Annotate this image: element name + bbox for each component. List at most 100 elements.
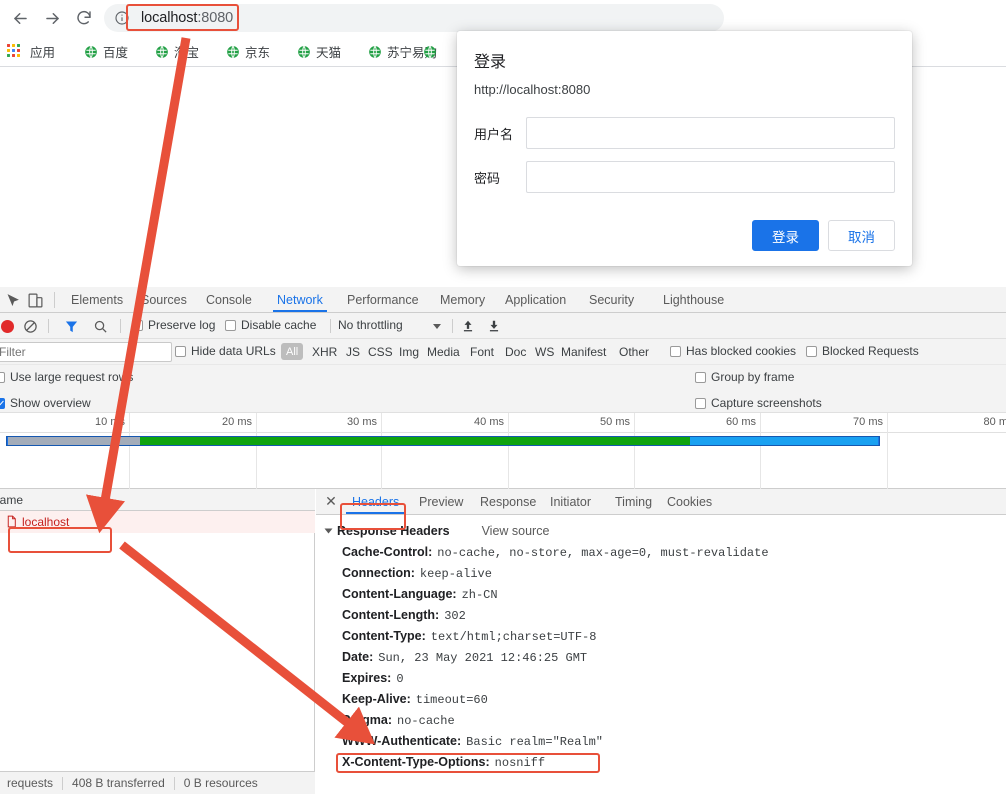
login-cancel-button[interactable]: 取消 xyxy=(828,220,895,251)
header-row-cache-control: Cache-Control: no-cache, no-store, max-a… xyxy=(342,545,1002,566)
segment-content-download xyxy=(140,437,690,445)
use-large-request-rows-checkbox[interactable]: Use large request rows xyxy=(0,370,133,384)
network-overview-timeline[interactable]: 10 ms 20 ms 30 ms 40 ms 50 ms 60 ms 70 m… xyxy=(0,413,1006,489)
funnel-filter-icon[interactable] xyxy=(64,319,79,334)
details-tab-headers[interactable]: Headers xyxy=(343,489,408,514)
devtools-tab-console[interactable]: Console xyxy=(198,287,260,312)
header-row-content-language: Content-Language: zh-CN xyxy=(342,587,1002,608)
response-headers-section-toggle[interactable]: Response Headers View source xyxy=(324,524,550,538)
header-name: Expires: xyxy=(342,671,392,685)
bookmark-item-taobao[interactable]: 淘宝 xyxy=(155,42,199,61)
header-value: zh-CN xyxy=(461,588,498,602)
resource-type-ws[interactable]: WS xyxy=(530,343,559,360)
bookmark-item-partial[interactable] xyxy=(423,42,442,61)
header-row-content-length: Content-Length: 302 xyxy=(342,608,1002,629)
has-blocked-cookies-checkbox[interactable]: Has blocked cookies xyxy=(670,344,796,358)
inspect-element-icon[interactable] xyxy=(4,292,21,309)
throttling-select[interactable]: No throttling xyxy=(338,318,403,332)
devtools-tab-elements[interactable]: Elements xyxy=(63,287,131,312)
resource-type-doc[interactable]: Doc xyxy=(500,343,531,360)
header-value: no-cache, no-store, max-age=0, must-reva… xyxy=(437,546,769,560)
resource-type-manifest[interactable]: Manifest xyxy=(556,343,611,360)
login-submit-button[interactable]: 登录 xyxy=(752,220,819,251)
reload-button[interactable] xyxy=(70,4,98,32)
header-row-expires: Expires: 0 xyxy=(342,671,1002,692)
blocked-requests-checkbox[interactable]: Blocked Requests xyxy=(806,344,919,358)
devtools-tab-network[interactable]: Network xyxy=(269,287,331,312)
bookmark-item-baidu[interactable]: 百度 xyxy=(84,42,128,61)
preserve-log-checkbox[interactable]: Preserve log xyxy=(132,318,215,332)
devtools-tab-memory[interactable]: Memory xyxy=(432,287,493,312)
hide-data-urls-label: Hide data URLs xyxy=(191,344,276,358)
record-circle-icon[interactable] xyxy=(1,320,14,333)
details-tab-timing[interactable]: Timing xyxy=(606,489,661,514)
resource-type-js[interactable]: JS xyxy=(341,343,365,360)
capture-screenshots-checkbox[interactable]: Capture screenshots xyxy=(695,396,822,410)
bookmark-item-tmall[interactable]: 天猫 xyxy=(297,42,341,61)
devtools-tab-sources[interactable]: Sources xyxy=(133,287,195,312)
address-bar[interactable]: localhost:8080 xyxy=(104,4,724,32)
details-tab-initiator[interactable]: Initiator xyxy=(541,489,600,514)
status-resources: 0 B resources xyxy=(183,776,258,790)
resource-type-media[interactable]: Media xyxy=(422,343,465,360)
show-overview-checkbox[interactable]: Show overview xyxy=(0,396,91,410)
bookmark-item-apps[interactable]: 应用 xyxy=(30,42,55,61)
column-header-name[interactable]: Name xyxy=(0,493,23,507)
table-row[interactable]: localhost xyxy=(0,511,315,533)
apps-grid-icon[interactable] xyxy=(7,44,22,59)
forward-button[interactable] xyxy=(38,4,66,32)
export-har-icon[interactable] xyxy=(487,319,501,333)
devtools-tab-performance[interactable]: Performance xyxy=(339,287,427,312)
header-name: Date: xyxy=(342,650,374,664)
has-blocked-cookies-label: Has blocked cookies xyxy=(686,344,797,358)
bookmark-label: 应用 xyxy=(30,46,56,60)
devtools-tab-application[interactable]: Application xyxy=(497,287,574,312)
device-toolbar-icon[interactable] xyxy=(27,292,44,309)
resource-type-font[interactable]: Font xyxy=(465,343,499,360)
response-headers-list: Cache-Control: no-cache, no-store, max-a… xyxy=(342,545,1002,776)
resource-type-other[interactable]: Other xyxy=(614,343,654,360)
chevron-down-icon[interactable] xyxy=(433,324,441,329)
checkbox-box xyxy=(806,345,817,357)
capture-screenshots-label: Capture screenshots xyxy=(711,396,822,410)
checkbox-box xyxy=(670,345,681,357)
clear-no-entry-icon[interactable] xyxy=(23,319,38,334)
disable-cache-checkbox[interactable]: Disable cache xyxy=(225,318,316,332)
username-label: 用户名 xyxy=(474,126,514,142)
resource-type-css[interactable]: CSS xyxy=(363,343,398,360)
chevron-down-icon xyxy=(324,528,333,534)
group-by-frame-checkbox[interactable]: Group by frame xyxy=(695,370,794,384)
resource-type-all[interactable]: All xyxy=(281,343,304,360)
details-tab-preview[interactable]: Preview xyxy=(410,489,472,514)
header-name: Content-Length: xyxy=(342,608,440,622)
close-icon[interactable]: ✕ xyxy=(324,494,338,508)
bookmark-label: 京东 xyxy=(245,46,271,60)
toolbar-divider xyxy=(452,319,453,333)
use-large-request-rows-label: Use large request rows xyxy=(10,370,134,384)
bookmark-item-jd[interactable]: 京东 xyxy=(226,42,270,61)
timeline-tick-60ms: 60 ms xyxy=(726,416,756,428)
response-headers-title: Response Headers xyxy=(337,524,450,538)
view-source-link[interactable]: View source xyxy=(482,524,550,538)
devtools-tab-security[interactable]: Security xyxy=(581,287,642,312)
back-button[interactable] xyxy=(6,4,34,32)
details-tab-cookies[interactable]: Cookies xyxy=(658,489,721,514)
resource-type-img[interactable]: Img xyxy=(394,343,424,360)
devtools-tab-lighthouse[interactable]: Lighthouse xyxy=(655,287,732,312)
checkbox-box xyxy=(0,371,5,383)
info-circle-icon[interactable] xyxy=(114,10,130,26)
username-field[interactable] xyxy=(526,117,895,149)
hide-data-urls-checkbox[interactable]: Hide data URLs xyxy=(175,344,276,358)
search-icon[interactable] xyxy=(93,319,108,334)
network-toolbar: Preserve log Disable cache No throttling xyxy=(0,313,1006,339)
header-value: timeout=60 xyxy=(415,693,488,707)
dialog-actions: 登录 取消 xyxy=(752,220,895,251)
checkbox-box xyxy=(695,397,706,409)
url-host: localhost xyxy=(141,10,198,26)
timeline-tick-10ms: 10 ms xyxy=(95,416,125,428)
details-tab-response[interactable]: Response xyxy=(471,489,545,514)
resource-type-xhr[interactable]: XHR xyxy=(307,343,342,360)
filter-input[interactable] xyxy=(0,342,172,362)
password-field[interactable] xyxy=(526,161,895,193)
import-har-icon[interactable] xyxy=(461,319,475,333)
